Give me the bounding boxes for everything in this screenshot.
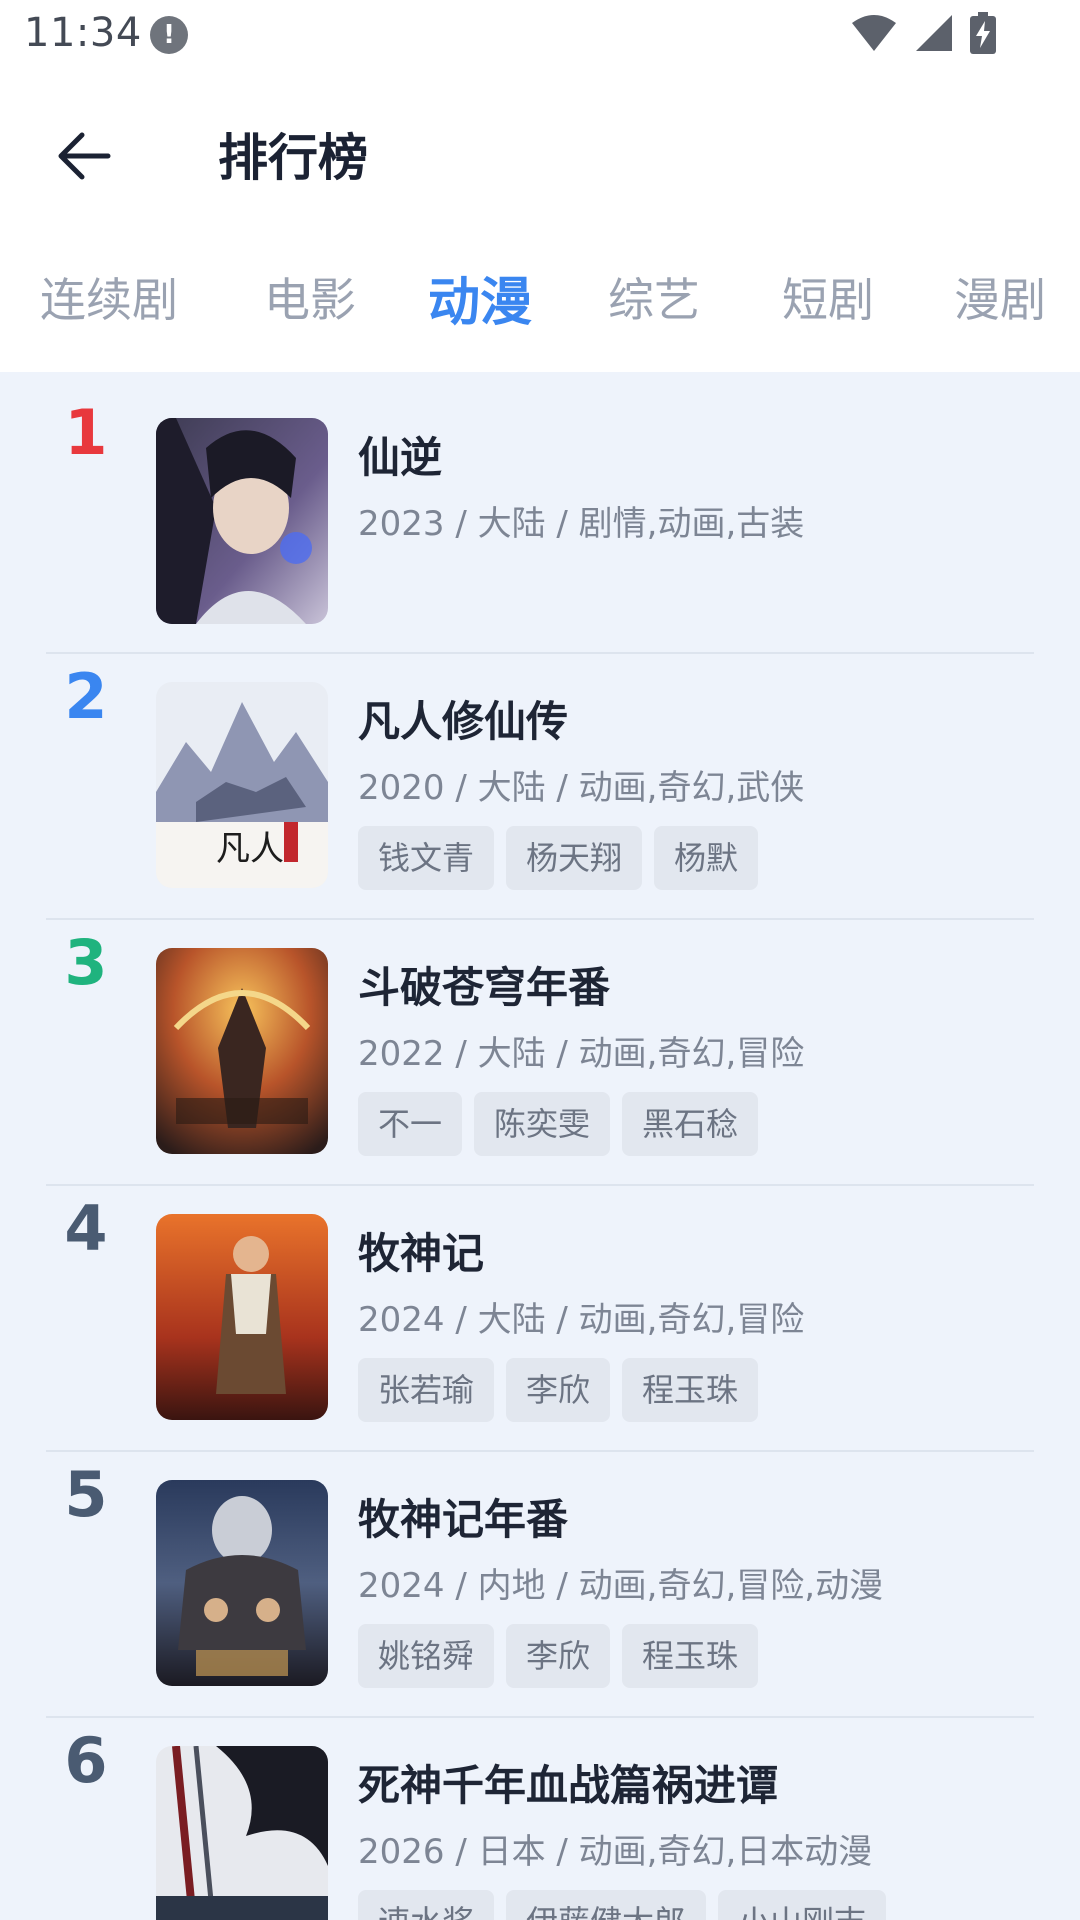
cast-tag[interactable]: 张若瑜 — [358, 1358, 495, 1422]
cast-tag[interactable]: 杨天翔 — [506, 826, 643, 890]
cast-tag[interactable]: 速水奖 — [358, 1890, 495, 1920]
ranking-list: 1 仙逆 2023 / 大陆 / 剧情,动画,古装 2 凡人 凡人修仙传 202… — [0, 372, 1080, 1920]
item-meta: 2023 / 大陆 / 剧情,动画,古装 — [358, 504, 805, 544]
battery-charging-icon — [970, 12, 996, 54]
list-item[interactable]: 5 牧神记年番 2024 / 内地 / 动画,奇幻,冒险,动漫 姚铭舜 李欣 程… — [0, 1434, 1080, 1698]
list-item[interactable]: 1 仙逆 2023 / 大陆 / 剧情,动画,古装 — [0, 372, 1080, 636]
list-item[interactable]: 4 牧神记 2024 / 大陆 / 动画,奇幻,冒险 张若瑜 李欣 程玉珠 — [0, 1168, 1080, 1432]
tab-series[interactable]: 连续剧 — [40, 264, 178, 330]
signal-icon — [916, 15, 952, 51]
item-title: 牧神记 — [358, 1229, 485, 1278]
cast-tag[interactable]: 钱文青 — [358, 826, 495, 890]
rank-number: 4 — [64, 1192, 108, 1265]
tab-variety[interactable]: 综艺 — [608, 264, 700, 330]
cast-tag[interactable]: 伊藤健太郎 — [506, 1890, 707, 1920]
status-icons — [850, 12, 996, 54]
alert-icon: ! — [150, 16, 188, 54]
cast-tag[interactable]: 程玉珠 — [622, 1358, 759, 1422]
item-meta: 2020 / 大陆 / 动画,奇幻,武侠 — [358, 768, 805, 808]
cast-tags: 张若瑜 李欣 程玉珠 — [358, 1358, 759, 1422]
list-item[interactable]: 2 凡人 凡人修仙传 2020 / 大陆 / 动画,奇幻,武侠 钱文青 杨天翔 … — [0, 636, 1080, 900]
item-title: 牧神记年番 — [358, 1495, 569, 1544]
cast-tag[interactable]: 李欣 — [506, 1358, 611, 1422]
list-item[interactable]: 3 斗破苍穹年番 2022 / 大陆 / 动画,奇幻,冒险 不一 陈奕雯 黑石稔 — [0, 902, 1080, 1166]
list-item[interactable]: 6 死神千年血战篇祸进谭 2026 / 日本 / 动画,奇幻,日本动漫 速水奖 … — [0, 1700, 1080, 1920]
poster-image — [156, 1480, 328, 1686]
poster-image — [156, 1214, 328, 1420]
tab-movie[interactable]: 电影 — [264, 264, 356, 330]
cast-tags: 钱文青 杨天翔 杨默 — [358, 826, 759, 890]
arrow-left-icon — [58, 132, 111, 180]
cast-tag[interactable]: 姚铭舜 — [358, 1624, 495, 1688]
tab-short-drama[interactable]: 短剧 — [782, 264, 874, 330]
status-time: 11:34 — [24, 10, 142, 56]
cast-tags: 速水奖 伊藤健太郎 小山刚志 — [358, 1890, 887, 1920]
poster-image — [156, 1746, 328, 1920]
wifi-icon — [852, 15, 896, 51]
cast-tag[interactable]: 陈奕雯 — [474, 1092, 611, 1156]
cast-tags: 姚铭舜 李欣 程玉珠 — [358, 1624, 759, 1688]
page-title: 排行榜 — [218, 129, 368, 187]
tab-comic-drama[interactable]: 漫剧 — [954, 264, 1046, 330]
poster-image — [156, 948, 328, 1154]
cast-tags: 不一 陈奕雯 黑石稔 — [358, 1092, 759, 1156]
tab-anime[interactable]: 动漫 — [428, 260, 532, 335]
item-title: 仙逆 — [358, 433, 443, 482]
cast-tag[interactable]: 黑石稔 — [622, 1092, 759, 1156]
cast-tag[interactable]: 程玉珠 — [622, 1624, 759, 1688]
rank-number: 1 — [64, 396, 108, 469]
back-button[interactable] — [44, 116, 124, 196]
item-title: 斗破苍穹年番 — [358, 963, 611, 1012]
item-meta: 2024 / 大陆 / 动画,奇幻,冒险 — [358, 1300, 805, 1340]
category-tabs: 连续剧 电影 动漫 综艺 短剧 漫剧 — [0, 240, 1080, 350]
item-title: 死神千年血战篇祸进谭 — [358, 1761, 779, 1810]
cast-tag[interactable]: 杨默 — [654, 826, 759, 890]
item-meta: 2022 / 大陆 / 动画,奇幻,冒险 — [358, 1034, 805, 1074]
header: 排行榜 — [0, 72, 1080, 232]
poster-image — [156, 418, 328, 624]
rank-number: 5 — [64, 1458, 108, 1531]
rank-number: 6 — [64, 1724, 108, 1797]
rank-number: 3 — [64, 926, 108, 999]
status-bar: 11:34 ! — [0, 0, 1080, 72]
svg-text:凡人: 凡人 — [216, 829, 284, 869]
item-meta: 2026 / 日本 / 动画,奇幻,日本动漫 — [358, 1832, 873, 1872]
poster-image: 凡人 — [156, 682, 328, 888]
cast-tag[interactable]: 李欣 — [506, 1624, 611, 1688]
item-title: 凡人修仙传 — [358, 697, 569, 746]
cast-tag[interactable]: 小山刚志 — [718, 1890, 887, 1920]
item-meta: 2024 / 内地 / 动画,奇幻,冒险,动漫 — [358, 1566, 884, 1606]
cast-tag[interactable]: 不一 — [358, 1092, 463, 1156]
rank-number: 2 — [64, 660, 108, 733]
